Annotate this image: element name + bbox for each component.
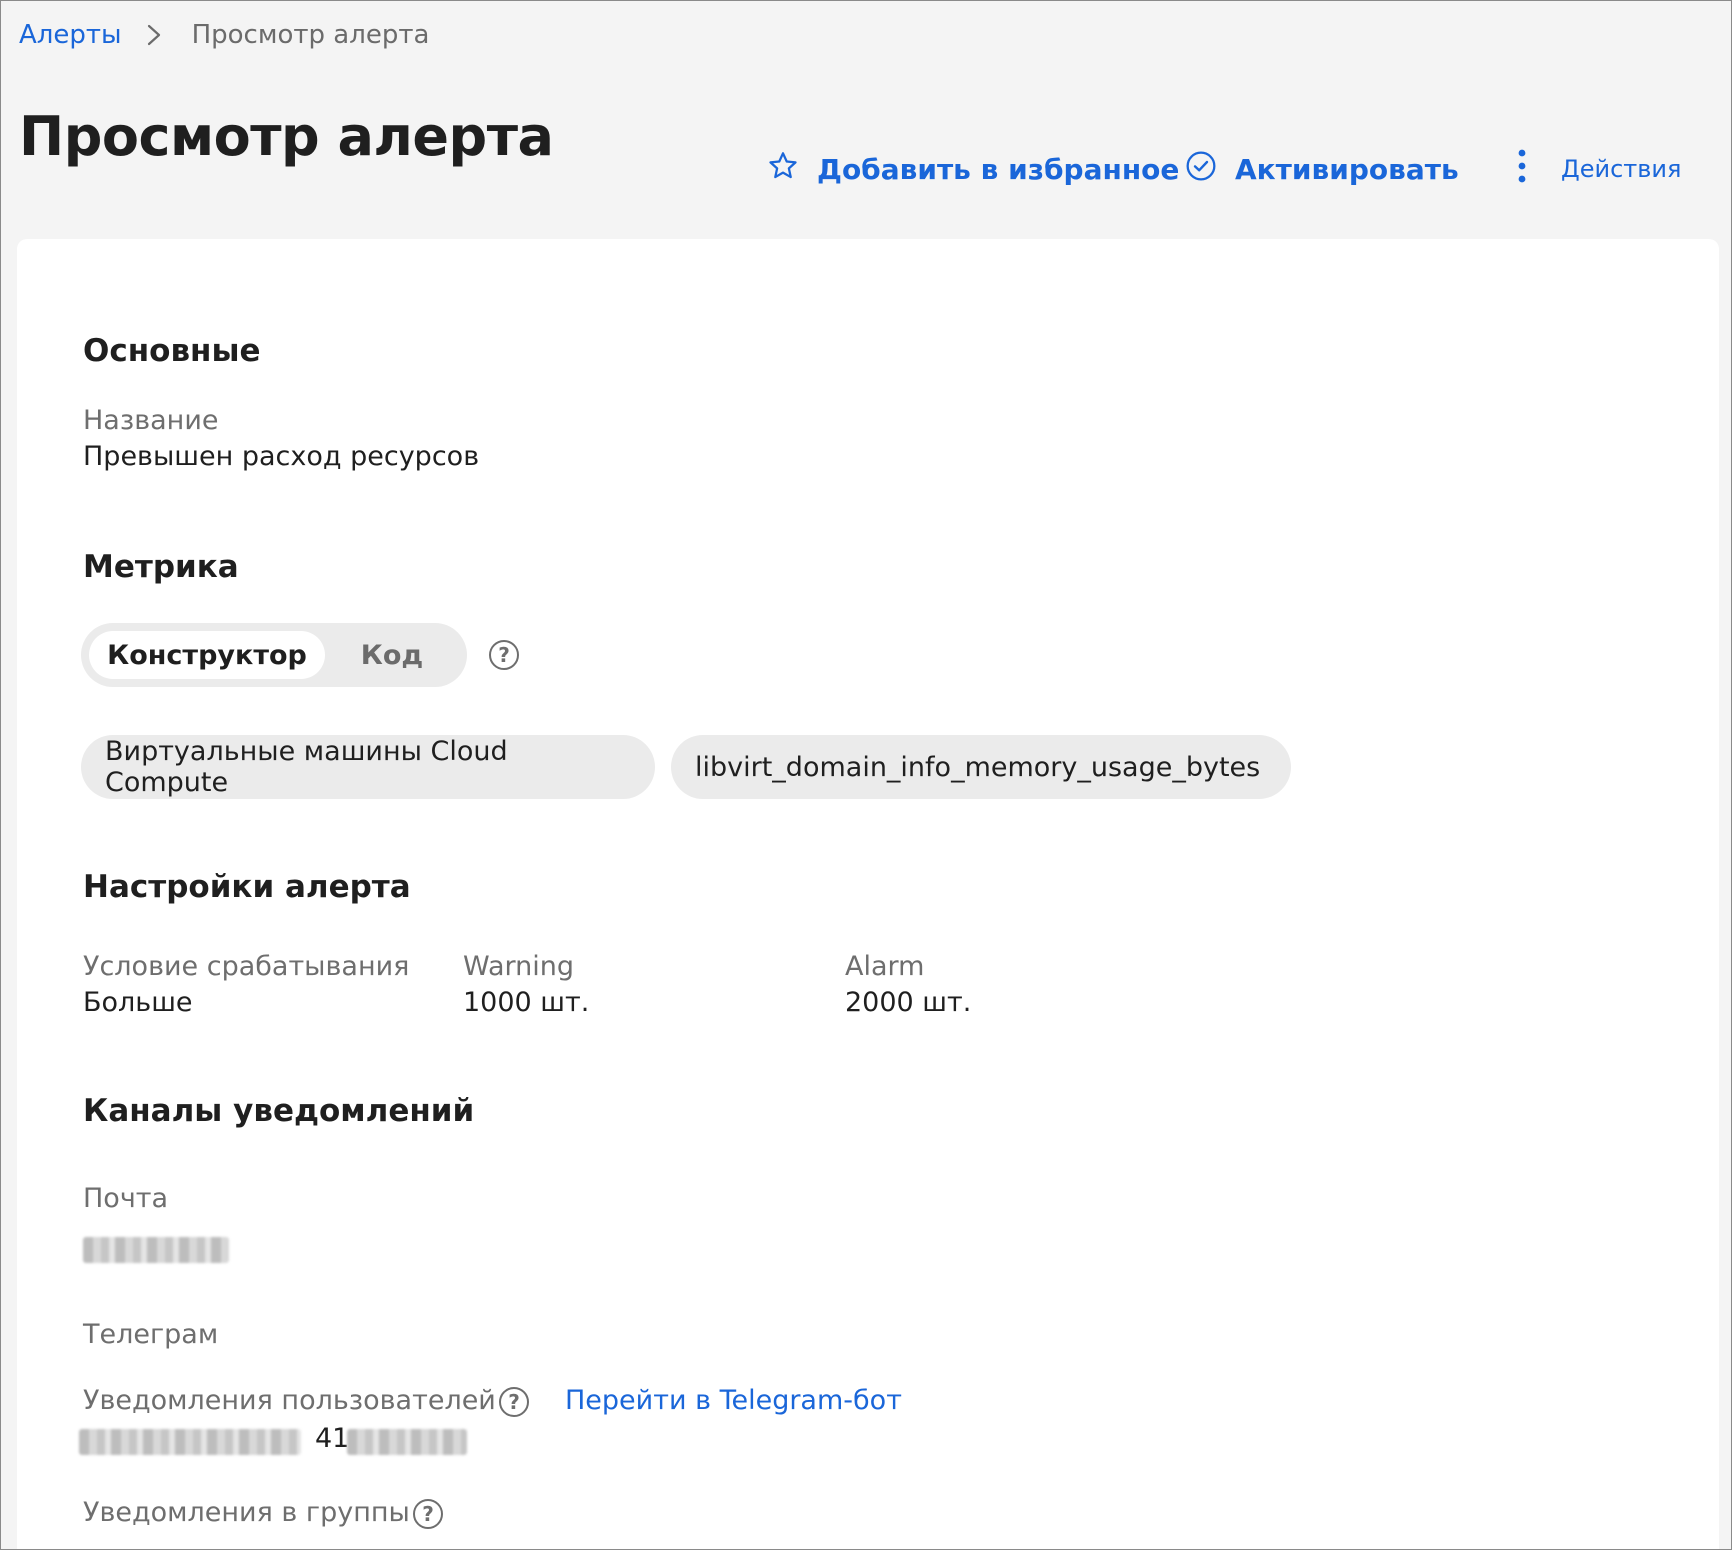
condition-label: Условие срабатывания <box>83 951 410 982</box>
user-id-redacted <box>347 1429 467 1455</box>
section-metric-title: Метрика <box>83 549 239 585</box>
star-icon <box>767 150 799 189</box>
add-to-favorites-label: Добавить в избранное <box>817 152 1180 186</box>
header-actions: Добавить в избранное Активировать Действ… <box>1 149 1731 189</box>
mail-label: Почта <box>83 1183 169 1214</box>
section-channels-title: Каналы уведомлений <box>83 1093 475 1129</box>
name-label: Название <box>83 405 219 436</box>
telegram-bot-link[interactable]: Перейти в Telegram-бот <box>565 1385 902 1416</box>
actions-label: Действия <box>1561 155 1682 183</box>
check-circle-icon <box>1185 150 1217 189</box>
tab-constructor[interactable]: Конструктор <box>89 631 325 679</box>
metric-mode-switch: Конструктор Код <box>81 623 467 687</box>
actions-menu-button[interactable]: Действия <box>1517 149 1681 189</box>
user-id-prefix: 41 <box>315 1423 350 1454</box>
help-icon[interactable]: ? <box>413 1499 443 1529</box>
help-icon[interactable]: ? <box>499 1387 529 1417</box>
app-window: Алерты Просмотр алерта Просмотр алерта Д… <box>0 0 1732 1550</box>
group-notifications-label: Уведомления в группы <box>83 1497 410 1528</box>
section-settings-title: Настройки алерта <box>83 869 411 905</box>
chevron-right-icon <box>146 24 166 46</box>
metric-chip-service[interactable]: Виртуальные машины Cloud Compute <box>81 735 655 799</box>
breadcrumb: Алерты Просмотр алерта <box>19 17 429 53</box>
breadcrumb-current: Просмотр алерта <box>191 20 430 50</box>
activate-label: Активировать <box>1235 152 1459 186</box>
activate-button[interactable]: Активировать <box>1185 149 1459 189</box>
breadcrumb-alerts-link[interactable]: Алерты <box>19 20 122 50</box>
add-to-favorites-button[interactable]: Добавить в избранное <box>767 149 1179 189</box>
tab-code[interactable]: Код <box>325 631 459 679</box>
condition-value: Больше <box>83 987 193 1018</box>
user-name-redacted <box>79 1429 301 1455</box>
help-icon[interactable]: ? <box>489 640 519 670</box>
warning-value: 1000 шт. <box>463 987 590 1018</box>
alarm-label: Alarm <box>845 951 925 982</box>
warning-label: Warning <box>463 951 575 982</box>
name-value: Превышен расход ресурсов <box>83 441 480 472</box>
alarm-value: 2000 шт. <box>845 987 972 1018</box>
alert-card: Основные Название Превышен расход ресурс… <box>17 239 1719 1549</box>
mail-value-redacted <box>83 1237 229 1263</box>
telegram-label: Телеграм <box>83 1319 219 1350</box>
vertical-dots-icon <box>1517 149 1527 189</box>
user-notifications-label: Уведомления пользователей <box>83 1385 496 1416</box>
metric-chip-metric-name[interactable]: libvirt_domain_info_memory_usage_bytes <box>671 735 1291 799</box>
section-main-title: Основные <box>83 333 261 369</box>
